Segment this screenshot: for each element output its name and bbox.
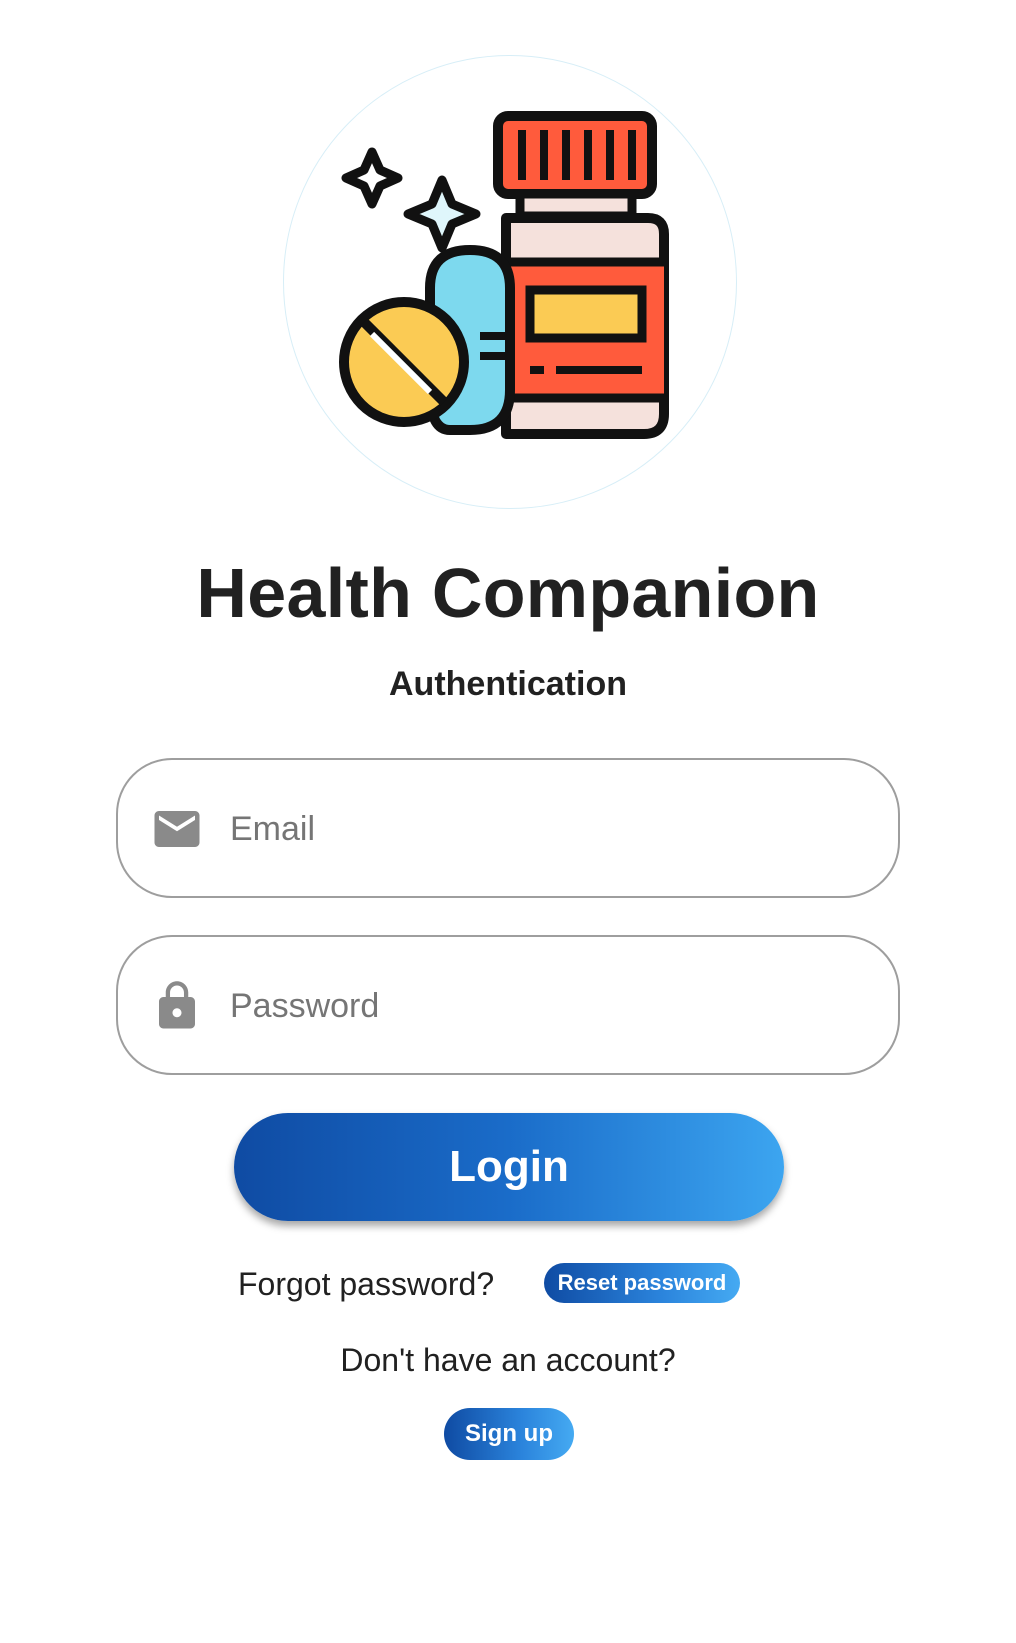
password-field[interactable] (116, 935, 900, 1075)
sign-up-button[interactable]: Sign up (444, 1408, 574, 1460)
forgot-password-text: Forgot password? (238, 1266, 495, 1302)
no-account-text: Don't have an account? (340, 1342, 676, 1378)
medicine-bottle-pills-icon (339, 111, 669, 439)
lock-icon (159, 981, 195, 1029)
page-subtitle: Authentication (389, 665, 627, 703)
login-button[interactable]: Login (234, 1113, 784, 1221)
app-title: Health Companion (196, 554, 820, 632)
email-field[interactable] (116, 758, 900, 898)
email-icon (154, 811, 200, 847)
reset-password-button[interactable]: Reset password (544, 1263, 740, 1303)
email-input[interactable] (230, 790, 850, 868)
password-input[interactable] (230, 967, 850, 1045)
